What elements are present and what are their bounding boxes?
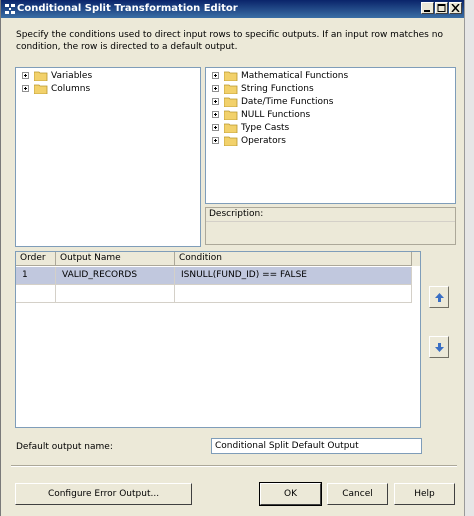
maximize-button[interactable] — [435, 2, 448, 14]
description-header: Description: — [206, 208, 455, 222]
background-scrollbar — [464, 0, 474, 516]
expand-icon[interactable] — [22, 72, 29, 79]
cancel-button[interactable]: Cancel — [327, 483, 388, 505]
dialog-window: Conditional Split Transformation Editor … — [0, 0, 465, 516]
arrow-up-icon — [435, 293, 444, 302]
expand-icon[interactable] — [212, 85, 219, 92]
expand-icon[interactable] — [212, 124, 219, 131]
column-header-order[interactable]: Order — [16, 252, 56, 266]
move-down-button[interactable] — [429, 336, 449, 358]
folder-icon — [224, 136, 238, 146]
tree-item-label: NULL Functions — [241, 110, 311, 120]
folder-icon — [224, 110, 238, 120]
arrow-down-icon — [435, 343, 444, 352]
condition-cell[interactable]: ISNULL(FUND_ID) == FALSE — [175, 267, 412, 285]
condition-cell[interactable] — [175, 285, 412, 303]
description-panel: Description: — [205, 207, 456, 245]
minimize-button[interactable] — [421, 2, 434, 14]
ok-button[interactable]: OK — [259, 482, 322, 506]
tree-item-label: Type Casts — [241, 123, 290, 133]
configure-error-output-button[interactable]: Configure Error Output... — [15, 483, 192, 505]
columns-tree-panel[interactable]: Variables Columns — [15, 67, 201, 247]
tree-item-label: Columns — [51, 84, 91, 94]
order-cell[interactable]: 1 — [16, 267, 56, 285]
expand-icon[interactable] — [212, 111, 219, 118]
folder-icon — [224, 123, 238, 133]
help-button[interactable]: Help — [394, 483, 455, 505]
close-icon — [451, 4, 460, 12]
expand-icon[interactable] — [212, 72, 219, 79]
tree-item-label: Mathematical Functions — [241, 71, 349, 81]
expand-icon[interactable] — [22, 85, 29, 92]
folder-icon — [34, 84, 48, 94]
close-button[interactable] — [449, 2, 462, 14]
title-bar[interactable]: Conditional Split Transformation Editor — [1, 0, 465, 18]
default-output-field[interactable]: Conditional Split Default Output — [211, 438, 422, 454]
conditions-grid[interactable]: Order Output Name Condition 1 VALID_RECO… — [15, 251, 421, 428]
functions-tree-panel[interactable]: Mathematical Functions String Functions … — [205, 67, 456, 204]
app-icon — [5, 4, 15, 14]
expand-icon[interactable] — [212, 98, 219, 105]
maximize-icon — [437, 4, 446, 12]
output-name-cell[interactable]: VALID_RECORDS — [56, 267, 175, 285]
description-header-label: Description: — [209, 209, 264, 219]
expand-icon[interactable] — [212, 137, 219, 144]
order-cell[interactable] — [16, 285, 56, 303]
column-header-output-name[interactable]: Output Name — [56, 252, 175, 266]
grid-header: Order Output Name Condition — [16, 252, 420, 266]
dialog-description: Specify the conditions used to direct in… — [16, 30, 443, 52]
default-output-label: Default output name: — [16, 442, 113, 452]
column-header-condition[interactable]: Condition — [175, 252, 412, 266]
tree-item-label: Date/Time Functions — [241, 97, 334, 107]
minimize-icon — [424, 10, 430, 12]
output-name-cell[interactable] — [56, 285, 175, 303]
folder-icon — [224, 84, 238, 94]
table-row-new[interactable] — [16, 285, 420, 303]
window-title: Conditional Split Transformation Editor — [17, 3, 238, 14]
divider — [11, 465, 457, 467]
tree-item-label: String Functions — [241, 84, 314, 94]
move-up-button[interactable] — [429, 286, 449, 308]
table-row[interactable]: 1 VALID_RECORDS ISNULL(FUND_ID) == FALSE — [16, 267, 420, 285]
tree-item-label: Variables — [51, 71, 93, 81]
folder-icon — [224, 97, 238, 107]
folder-icon — [34, 71, 48, 81]
folder-icon — [224, 71, 238, 81]
tree-item-label: Operators — [241, 136, 286, 146]
